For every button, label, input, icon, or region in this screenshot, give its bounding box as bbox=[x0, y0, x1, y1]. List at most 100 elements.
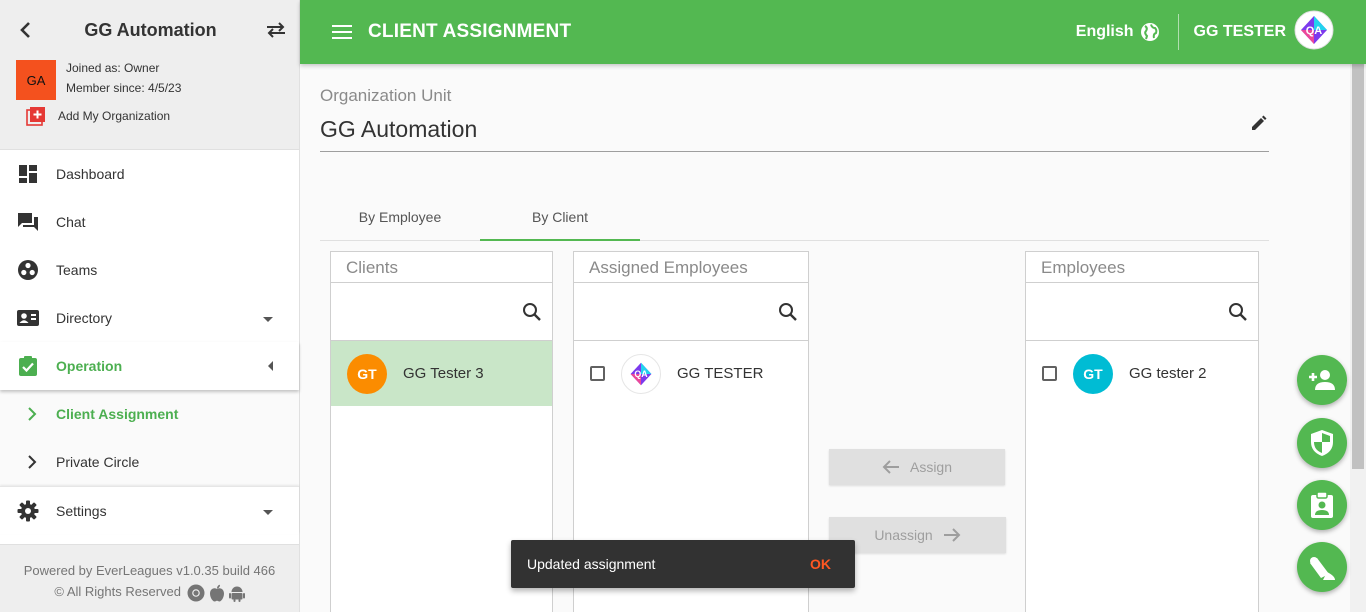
sidebar-item-label: Teams bbox=[56, 262, 98, 278]
tab-by-client[interactable]: By Client bbox=[480, 194, 640, 241]
menu-icon[interactable] bbox=[332, 21, 354, 43]
sidebar-footer: Powered by EverLeagues v1.0.35 build 466… bbox=[0, 544, 299, 612]
svg-text:QA: QA bbox=[634, 369, 648, 379]
assigned-search bbox=[574, 283, 808, 341]
sidebar-item-label: Dashboard bbox=[56, 166, 125, 182]
employee-row[interactable]: GT GG tester 2 bbox=[1026, 341, 1258, 406]
org-unit-underline bbox=[320, 151, 1269, 152]
member-since-text: Member since: 4/5/23 bbox=[66, 81, 182, 95]
language-selector[interactable]: English bbox=[1076, 22, 1178, 42]
add-organization-button[interactable]: Add My Organization bbox=[0, 106, 299, 126]
android-icon[interactable] bbox=[228, 584, 245, 602]
search-icon[interactable] bbox=[522, 302, 542, 327]
sidebar-item-operation[interactable]: Operation bbox=[0, 342, 299, 390]
sidebar-item-dashboard[interactable]: Dashboard bbox=[0, 150, 299, 198]
clipboard-person-icon bbox=[1311, 491, 1333, 518]
search-icon[interactable] bbox=[778, 302, 798, 327]
tab-by-employee[interactable]: By Employee bbox=[320, 194, 480, 240]
snackbar-ok-button[interactable]: OK bbox=[810, 556, 831, 572]
sidebar: GG Automation GA Joined as: Owner Member… bbox=[0, 0, 300, 612]
gear-icon bbox=[16, 499, 40, 523]
assign-label: Assign bbox=[909, 459, 953, 475]
employees-search bbox=[1026, 283, 1258, 341]
sidebar-item-directory[interactable]: Directory bbox=[0, 294, 299, 342]
clients-search bbox=[331, 283, 552, 341]
clients-header: Clients bbox=[331, 252, 552, 283]
sidebar-item-chat[interactable]: Chat bbox=[0, 198, 299, 246]
assigned-search-input[interactable] bbox=[584, 295, 768, 329]
chat-icon bbox=[16, 210, 40, 234]
employees-header: Employees bbox=[1026, 252, 1258, 283]
operation-submenu: Client Assignment Private Circle bbox=[0, 390, 299, 486]
add-organization-label: Add My Organization bbox=[58, 109, 171, 123]
chevron-left-icon bbox=[267, 358, 273, 374]
sidebar-item-label: Operation bbox=[56, 358, 123, 374]
directory-icon bbox=[16, 306, 40, 330]
org-unit-label: Organization Unit bbox=[320, 86, 452, 105]
org-title: GG Automation bbox=[84, 19, 217, 40]
add-organization-icon bbox=[26, 107, 45, 126]
assigned-employees-header: Assigned Employees bbox=[574, 252, 808, 283]
switch-org-icon[interactable] bbox=[265, 19, 287, 41]
app-bar: CLIENT ASSIGNMENT English GG TESTER QA bbox=[300, 0, 1366, 64]
chevron-down-icon bbox=[263, 503, 273, 519]
assign-button[interactable]: Assign bbox=[829, 449, 1005, 485]
row-checkbox[interactable] bbox=[1042, 366, 1057, 381]
sidebar-item-label: Settings bbox=[56, 502, 107, 519]
clients-search-input[interactable] bbox=[341, 295, 512, 329]
sidebar-header: GG Automation GA Joined as: Owner Member… bbox=[0, 0, 299, 150]
sidebar-item-settings[interactable]: Settings bbox=[0, 486, 299, 534]
chevron-down-icon bbox=[263, 310, 273, 326]
employee-name: GG tester 2 bbox=[1129, 365, 1207, 382]
sidebar-subitem-label: Client Assignment bbox=[56, 406, 179, 422]
horn-icon bbox=[1310, 557, 1335, 580]
employees-search-input[interactable] bbox=[1036, 295, 1218, 329]
unassign-label: Unassign bbox=[874, 527, 933, 543]
org-avatar: GA bbox=[16, 60, 56, 100]
assignment-tabs: By Employee By Client bbox=[320, 194, 1269, 241]
globe-icon bbox=[1140, 23, 1159, 41]
announce-button[interactable] bbox=[1297, 542, 1347, 592]
snackbar-message: Updated assignment bbox=[527, 556, 656, 572]
svg-text:QA: QA bbox=[1306, 25, 1323, 37]
employee-name: GG TESTER bbox=[677, 365, 764, 382]
sidebar-subitem-client-assignment[interactable]: Client Assignment bbox=[0, 390, 299, 438]
dashboard-icon bbox=[16, 162, 40, 186]
arrow-left-icon bbox=[882, 460, 899, 474]
edit-icon[interactable] bbox=[1250, 114, 1268, 137]
chevron-right-icon bbox=[20, 402, 44, 426]
page-scrollbar[interactable] bbox=[1350, 64, 1366, 612]
apple-icon[interactable] bbox=[209, 584, 225, 602]
add-person-button[interactable] bbox=[1297, 355, 1347, 405]
client-name: GG Tester 3 bbox=[403, 365, 484, 382]
sidebar-subitem-label: Private Circle bbox=[56, 454, 140, 470]
back-icon[interactable] bbox=[14, 19, 36, 41]
add-person-icon bbox=[1309, 370, 1335, 390]
joined-as-text: Joined as: Owner bbox=[66, 61, 160, 75]
scrollbar-thumb[interactable] bbox=[1352, 64, 1364, 469]
contact-card-button[interactable] bbox=[1297, 480, 1347, 530]
employees-panel: Employees GT GG tester 2 bbox=[1025, 251, 1259, 612]
chevron-right-icon bbox=[20, 450, 44, 474]
client-row[interactable]: GT GG Tester 3 bbox=[331, 341, 552, 406]
language-label: English bbox=[1075, 23, 1134, 40]
chrome-icon[interactable] bbox=[187, 584, 205, 602]
assigned-employee-row[interactable]: QA GG TESTER bbox=[574, 341, 808, 406]
powered-by-text: Powered by EverLeagues v1.0.35 build 466 bbox=[23, 563, 276, 578]
avatar: GT bbox=[347, 353, 387, 394]
avatar: GT bbox=[1073, 353, 1113, 394]
unassign-button[interactable]: Unassign bbox=[829, 517, 1006, 553]
page-title: CLIENT ASSIGNMENT bbox=[368, 21, 572, 42]
org-unit-field[interactable]: GG Automation bbox=[320, 116, 477, 143]
sidebar-subitem-private-circle[interactable]: Private Circle bbox=[0, 438, 299, 486]
security-button[interactable] bbox=[1297, 418, 1347, 468]
arrow-right-icon bbox=[943, 528, 961, 542]
user-avatar: QA bbox=[1294, 10, 1334, 55]
search-icon[interactable] bbox=[1228, 302, 1248, 327]
sidebar-item-label: Chat bbox=[56, 214, 86, 230]
user-menu[interactable]: GG TESTER QA bbox=[1179, 10, 1366, 55]
sidebar-item-teams[interactable]: Teams bbox=[0, 246, 299, 294]
sidebar-item-label: Directory bbox=[56, 310, 113, 326]
user-name: GG TESTER bbox=[1193, 23, 1286, 40]
row-checkbox[interactable] bbox=[590, 366, 605, 381]
